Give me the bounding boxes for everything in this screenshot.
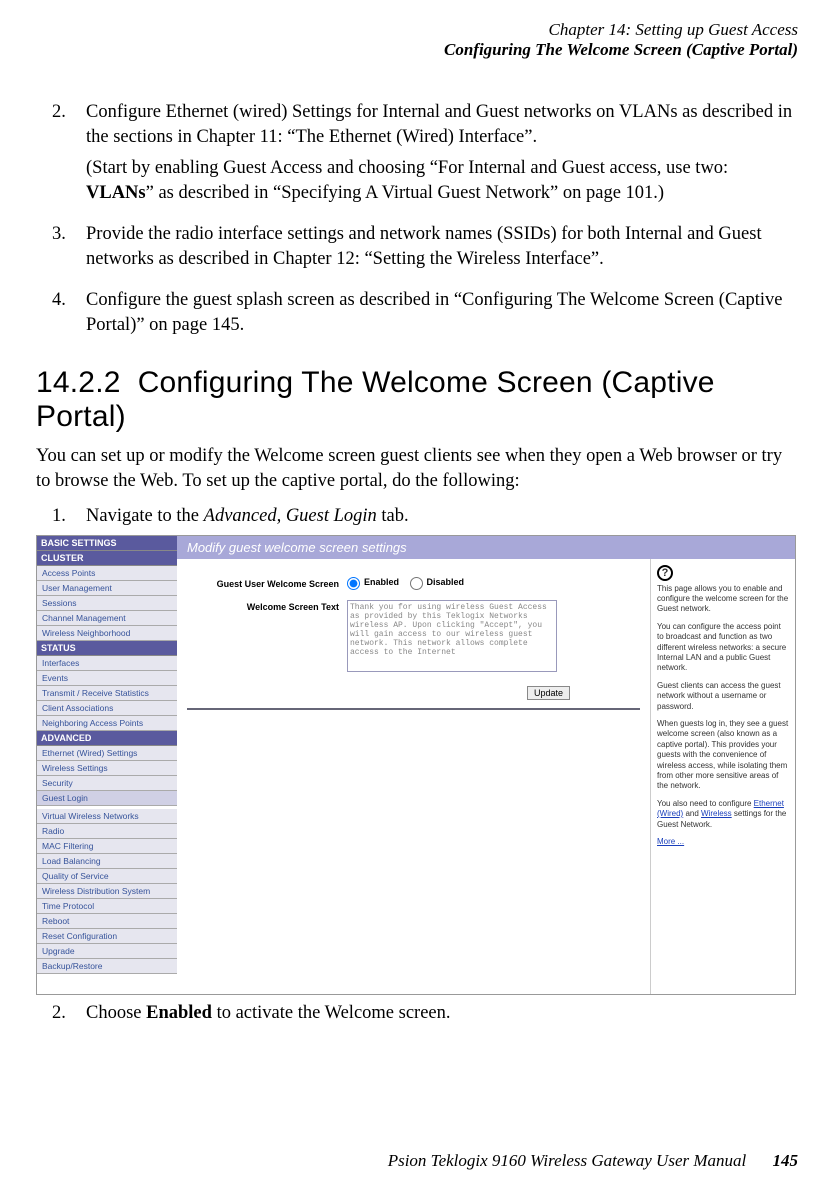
welcome-enable-row: Guest User Welcome Screen Enabled Disabl… — [187, 577, 640, 590]
nav-item[interactable]: Sessions — [37, 596, 177, 611]
numbered-steps-bottom-1: 1. Navigate to the Advanced, Guest Login… — [36, 506, 798, 527]
nav-item[interactable]: MAC Filtering — [37, 839, 177, 854]
nav-item[interactable]: Quality of Service — [37, 869, 177, 884]
step-number: 2. — [36, 100, 86, 212]
step-number: 3. — [36, 222, 86, 278]
nav-item[interactable]: Reset Configuration — [37, 929, 177, 944]
help-icon: ? — [657, 565, 673, 581]
section-heading: 14.2.2 Configuring The Welcome Screen (C… — [36, 366, 798, 434]
help-p4: When guests log in, they see a guest wel… — [657, 719, 789, 792]
nav-item[interactable]: Wireless Neighborhood — [37, 626, 177, 641]
nav-item[interactable]: Transmit / Receive Statistics — [37, 686, 177, 701]
step-3: 3. Provide the radio interface settings … — [36, 222, 798, 278]
nav-item[interactable]: User Management — [37, 581, 177, 596]
panel-title: Modify guest welcome screen settings — [177, 536, 795, 559]
welcome-text-row: Welcome Screen Text — [187, 600, 640, 672]
step-b1: 1. Navigate to the Advanced, Guest Login… — [36, 506, 798, 527]
step-4: 4. Configure the guest splash screen as … — [36, 288, 798, 344]
enabled-radio[interactable] — [347, 577, 360, 590]
disabled-radio[interactable] — [410, 577, 423, 590]
separator — [187, 708, 640, 710]
side-nav: BASIC SETTINGS CLUSTER Access Points Use… — [37, 536, 177, 994]
wireless-link[interactable]: Wireless — [701, 809, 732, 818]
update-button[interactable]: Update — [527, 686, 570, 700]
help-p5: You also need to configure Ethernet (Wir… — [657, 799, 789, 830]
help-panel: ? This page allows you to enable and con… — [650, 559, 795, 994]
nav-item[interactable]: Time Protocol — [37, 899, 177, 914]
step-b2: 2. Choose Enabled to activate the Welcom… — [36, 1003, 798, 1024]
nav-item[interactable]: Wireless Settings — [37, 761, 177, 776]
footer-text: Psion Teklogix 9160 Wireless Gateway Use… — [388, 1151, 747, 1170]
nav-item[interactable]: Backup/Restore — [37, 959, 177, 974]
nav-item[interactable]: Load Balancing — [37, 854, 177, 869]
nav-header-advanced[interactable]: ADVANCED — [37, 731, 177, 746]
nav-item[interactable]: Client Associations — [37, 701, 177, 716]
welcome-enable-label: Guest User Welcome Screen — [187, 577, 347, 589]
page-footer: Psion Teklogix 9160 Wireless Gateway Use… — [36, 1151, 798, 1171]
numbered-steps-bottom-2: 2. Choose Enabled to activate the Welcom… — [36, 1003, 798, 1024]
nav-header-basic[interactable]: BASIC SETTINGS — [37, 536, 177, 551]
nav-item[interactable]: Neighboring Access Points — [37, 716, 177, 731]
enabled-label: Enabled — [364, 577, 399, 587]
nav-item[interactable]: Reboot — [37, 914, 177, 929]
section-intro: You can set up or modify the Welcome scr… — [36, 444, 798, 494]
help-p2: You can configure the access point to br… — [657, 622, 789, 674]
nav-item[interactable]: Radio — [37, 824, 177, 839]
section-number: 14.2.2 — [36, 366, 121, 399]
nav-item-guest-login[interactable]: Guest Login — [37, 791, 177, 806]
step-3-para: Provide the radio interface settings and… — [86, 222, 798, 272]
help-p1: This page allows you to enable and confi… — [657, 584, 789, 615]
step-2: 2. Configure Ethernet (wired) Settings f… — [36, 100, 798, 212]
step-number: 4. — [36, 288, 86, 344]
form-area: Guest User Welcome Screen Enabled Disabl… — [177, 559, 650, 994]
welcome-textarea[interactable] — [347, 600, 557, 672]
welcome-text-label: Welcome Screen Text — [187, 600, 347, 612]
step-number: 2. — [36, 1003, 86, 1024]
page-number: 145 — [773, 1151, 799, 1170]
step-number: 1. — [36, 506, 86, 527]
disabled-label: Disabled — [427, 577, 465, 587]
step-4-para: Configure the guest splash screen as des… — [86, 288, 798, 338]
step-2-para-2: (Start by enabling Guest Access and choo… — [86, 156, 798, 206]
numbered-steps-top: 2. Configure Ethernet (wired) Settings f… — [36, 100, 798, 344]
section-title: Configuring The Welcome Screen (Captive … — [36, 366, 715, 433]
nav-item[interactable]: Security — [37, 776, 177, 791]
nav-item[interactable]: Channel Management — [37, 611, 177, 626]
nav-header-cluster[interactable]: CLUSTER — [37, 551, 177, 566]
main-panel: Modify guest welcome screen settings Gue… — [177, 536, 795, 994]
nav-header-status[interactable]: STATUS — [37, 641, 177, 656]
nav-item[interactable]: Ethernet (Wired) Settings — [37, 746, 177, 761]
more-link[interactable]: More ... — [657, 837, 684, 846]
page-header: Chapter 14: Setting up Guest Access Conf… — [36, 20, 798, 60]
help-p3: Guest clients can access the guest netwo… — [657, 681, 789, 712]
step-2-para-1: Configure Ethernet (wired) Settings for … — [86, 100, 798, 150]
admin-ui-screenshot: BASIC SETTINGS CLUSTER Access Points Use… — [36, 535, 796, 995]
nav-item[interactable]: Wireless Distribution System — [37, 884, 177, 899]
chapter-line: Chapter 14: Setting up Guest Access — [36, 20, 798, 40]
nav-item[interactable]: Upgrade — [37, 944, 177, 959]
nav-item[interactable]: Virtual Wireless Networks — [37, 809, 177, 824]
nav-item[interactable]: Access Points — [37, 566, 177, 581]
header-subtitle: Configuring The Welcome Screen (Captive … — [36, 40, 798, 60]
nav-item[interactable]: Interfaces — [37, 656, 177, 671]
nav-item[interactable]: Events — [37, 671, 177, 686]
